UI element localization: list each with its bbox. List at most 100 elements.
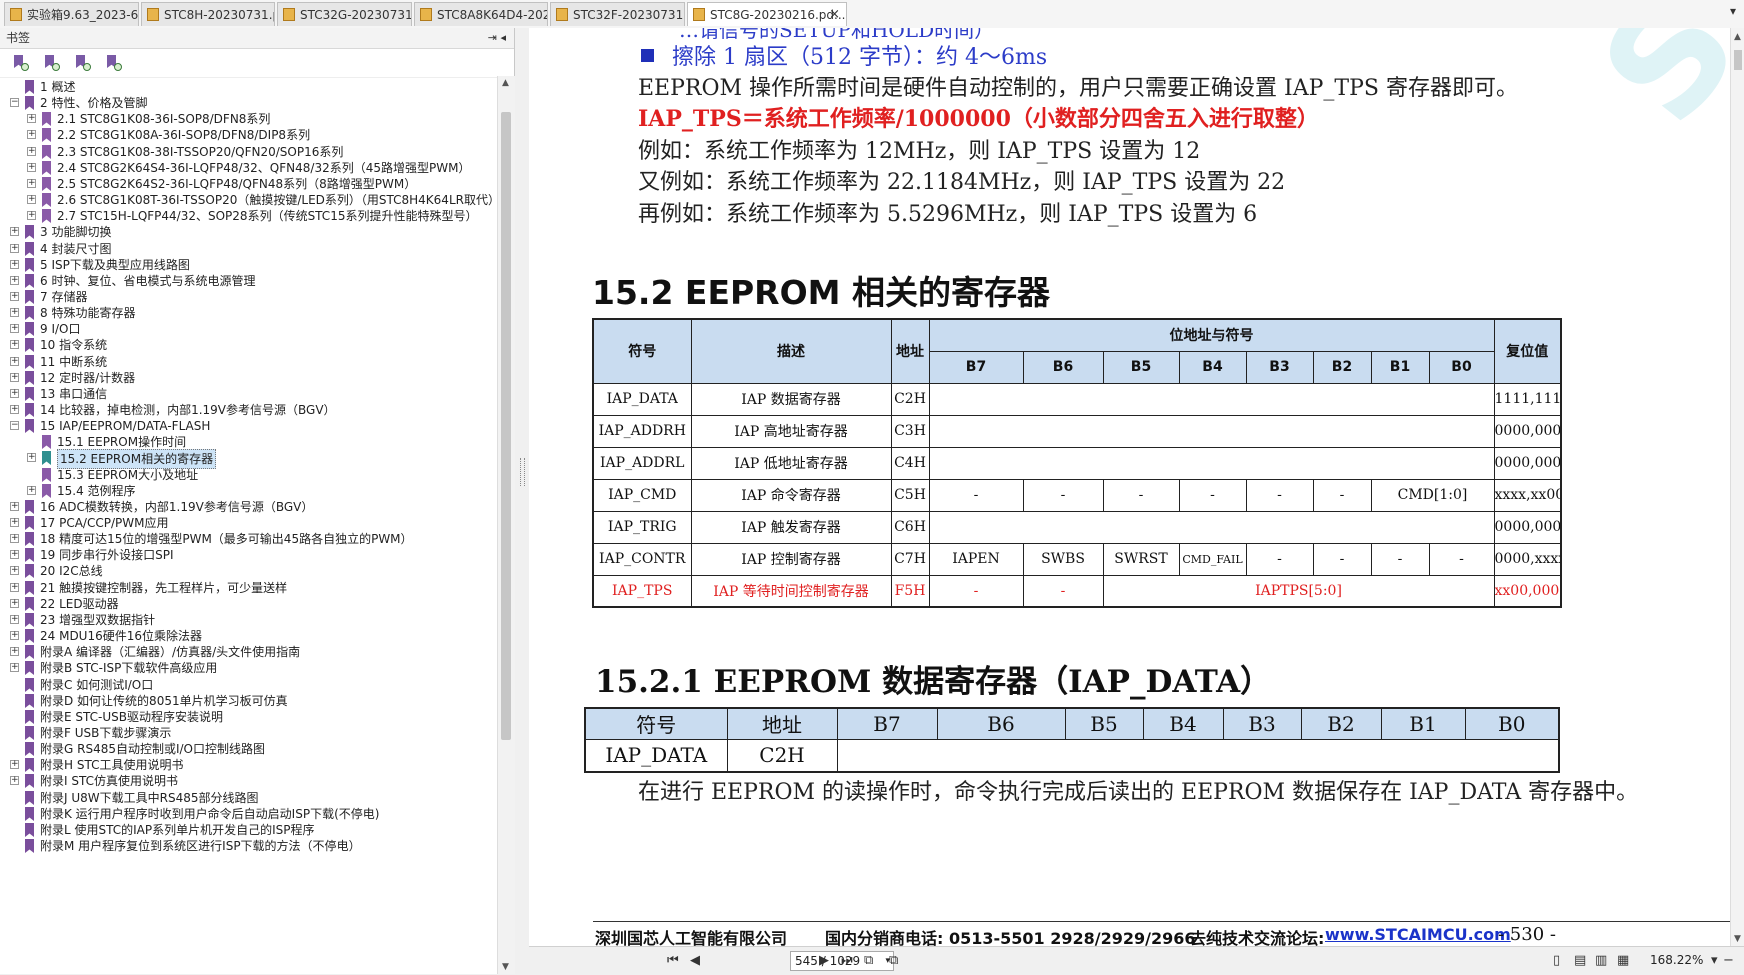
iap-data-header: B5: [1064, 707, 1144, 740]
bookmark-icon: [25, 548, 34, 562]
tab-4[interactable]: STC32F-20230731...: [550, 2, 685, 26]
collapse-icon[interactable]: −: [10, 421, 19, 430]
collapse-icon[interactable]: −: [10, 98, 19, 107]
bookmark-icon: [25, 338, 34, 352]
bookmark-item[interactable]: +2.2 STC8G1K08A-36I-SOP8/DFN8/DIP8系列: [0, 126, 497, 144]
tab-3[interactable]: STC8A8K64D4-202...: [414, 2, 548, 26]
expand-icon[interactable]: +: [10, 776, 19, 785]
zoom-level[interactable]: 168.22%: [1650, 953, 1703, 967]
col-address: 地址: [890, 318, 930, 384]
bookmark-icon: [42, 209, 51, 223]
register-bit: CMD[1:0]: [1370, 478, 1495, 512]
expand-icon[interactable]: +: [27, 163, 36, 172]
bookmark-item[interactable]: 附录M 用户程序复位到系统区进行ISP下载的方法（不停电）: [0, 837, 497, 855]
expand-icon[interactable]: +: [10, 583, 19, 592]
section-heading-15-2-1: 15.2.1 EEPROM 数据寄存器（IAP_DATA）: [595, 664, 1272, 700]
bookmark-icon: [42, 484, 51, 498]
expand-icon[interactable]: +: [27, 195, 36, 204]
expand-icon[interactable]: +: [27, 453, 36, 462]
bit-header: B5: [1102, 350, 1180, 384]
prev-page-icon[interactable]: ◀: [690, 953, 700, 968]
bookmark-icon: [42, 193, 51, 207]
expand-icon[interactable]: +: [10, 405, 19, 414]
expand-icon[interactable]: +: [10, 340, 19, 349]
expand-icon[interactable]: +: [27, 486, 36, 495]
expand-icon[interactable]: +: [10, 357, 19, 366]
bookmark-icon: [25, 564, 34, 578]
expand-icon[interactable]: +: [10, 631, 19, 640]
expand-icon[interactable]: +: [10, 260, 19, 269]
expand-icon[interactable]: +: [27, 114, 36, 123]
bit-header: B1: [1370, 350, 1430, 384]
doc-scroll-up-icon[interactable]: ▲: [1734, 32, 1741, 42]
first-page-icon[interactable]: ⏮: [667, 953, 679, 968]
bookmark-item[interactable]: +20 I2C总线: [0, 562, 497, 580]
pane-splitter[interactable]: [515, 28, 529, 974]
expand-icon[interactable]: +: [10, 276, 19, 285]
bookmark-item[interactable]: + 附录I STC仿真使用说明书: [0, 772, 497, 790]
doc-scroll-down-icon[interactable]: ▼: [1734, 934, 1741, 944]
last-page-icon[interactable]: ⏭: [841, 953, 853, 968]
document-scrollbar[interactable]: ▲ ▼: [1730, 28, 1744, 946]
bookmark-icon: [42, 177, 51, 191]
bookmark-item[interactable]: + 附录B STC-ISP下载软件高级应用: [0, 659, 497, 677]
expand-icon[interactable]: +: [10, 373, 19, 382]
expand-icon[interactable]: +: [10, 663, 19, 672]
bookmarks-scrollbar[interactable]: ▲ ▼: [497, 76, 515, 974]
expand-icon[interactable]: +: [27, 147, 36, 156]
expand-icon[interactable]: +: [10, 534, 19, 543]
register-bit: -: [1428, 542, 1495, 576]
bookmark-item[interactable]: +3 功能脚切换: [0, 223, 497, 241]
expand-icon[interactable]: +: [10, 324, 19, 333]
expand-icon[interactable]: +: [10, 244, 19, 253]
find-bookmark-icon[interactable]: [105, 55, 122, 71]
bookmark-icon: [25, 419, 34, 433]
expand-icon[interactable]: +: [10, 518, 19, 527]
expand-icon[interactable]: +: [10, 389, 19, 398]
register-bit: -: [928, 574, 1024, 608]
forward-view-icon[interactable]: ⧉: [889, 953, 898, 968]
add-bookmark-icon[interactable]: [74, 55, 91, 71]
expand-icon[interactable]: +: [10, 502, 19, 511]
register-bits: [928, 510, 1495, 544]
expand-icon[interactable]: +: [10, 550, 19, 559]
bookmark-item[interactable]: +10 指令系统: [0, 336, 497, 354]
next-page-icon[interactable]: ▶: [819, 953, 829, 968]
scroll-up-icon[interactable]: ▲: [502, 78, 509, 88]
two-page-continuous-icon[interactable]: ▦: [1617, 953, 1629, 968]
tab-5[interactable]: STC8G-20230216.pd... ×: [687, 2, 847, 26]
two-page-view-icon[interactable]: ▥: [1595, 953, 1607, 968]
zoom-out-icon[interactable]: −: [1723, 953, 1734, 968]
tab-1[interactable]: STC8H-20230731.p...: [141, 2, 275, 26]
footer-rule: [593, 921, 1730, 922]
pane-controls[interactable]: ⇥ ◂: [488, 28, 506, 48]
close-tab-icon[interactable]: ×: [829, 3, 840, 26]
expand-icon[interactable]: +: [10, 566, 19, 575]
expand-bookmark-icon[interactable]: [12, 55, 29, 71]
continuous-view-icon[interactable]: ▤: [1574, 953, 1586, 968]
expand-icon[interactable]: +: [10, 227, 19, 236]
collapse-bookmark-icon[interactable]: [43, 55, 60, 71]
expand-icon[interactable]: +: [10, 292, 19, 301]
tab-2[interactable]: STC32G-20230731....: [277, 2, 412, 26]
expand-icon[interactable]: +: [27, 179, 36, 188]
footer-forum-link[interactable]: www.STCAIMCU.com: [1325, 925, 1511, 944]
expand-icon[interactable]: +: [10, 647, 19, 656]
expand-icon[interactable]: +: [27, 130, 36, 139]
bookmark-item[interactable]: +15.2 EEPROM相关的寄存器: [0, 449, 497, 469]
expand-icon[interactable]: +: [10, 599, 19, 608]
bookmark-icon: [25, 371, 34, 385]
bookmark-tree: 1 概述 −2 特性、价格及管脚 +2.1 STC8G1K08-36I-SOP8/D…: [0, 76, 497, 974]
expand-icon[interactable]: +: [10, 308, 19, 317]
back-view-icon[interactable]: ⧉: [864, 953, 873, 968]
expand-icon[interactable]: +: [27, 211, 36, 220]
single-page-view-icon[interactable]: ▯: [1553, 953, 1560, 968]
scroll-thumb[interactable]: [501, 112, 511, 740]
doc-scroll-thumb[interactable]: [1734, 50, 1742, 70]
scroll-down-icon[interactable]: ▼: [502, 962, 509, 972]
tab-0[interactable]: 实验箱9.63_2023-6...: [4, 2, 139, 26]
zoom-menu-icon[interactable]: ▾: [1711, 953, 1718, 968]
expand-icon[interactable]: +: [10, 760, 19, 769]
tab-list-menu-icon[interactable]: ▾: [1730, 4, 1736, 18]
expand-icon[interactable]: +: [10, 615, 19, 624]
